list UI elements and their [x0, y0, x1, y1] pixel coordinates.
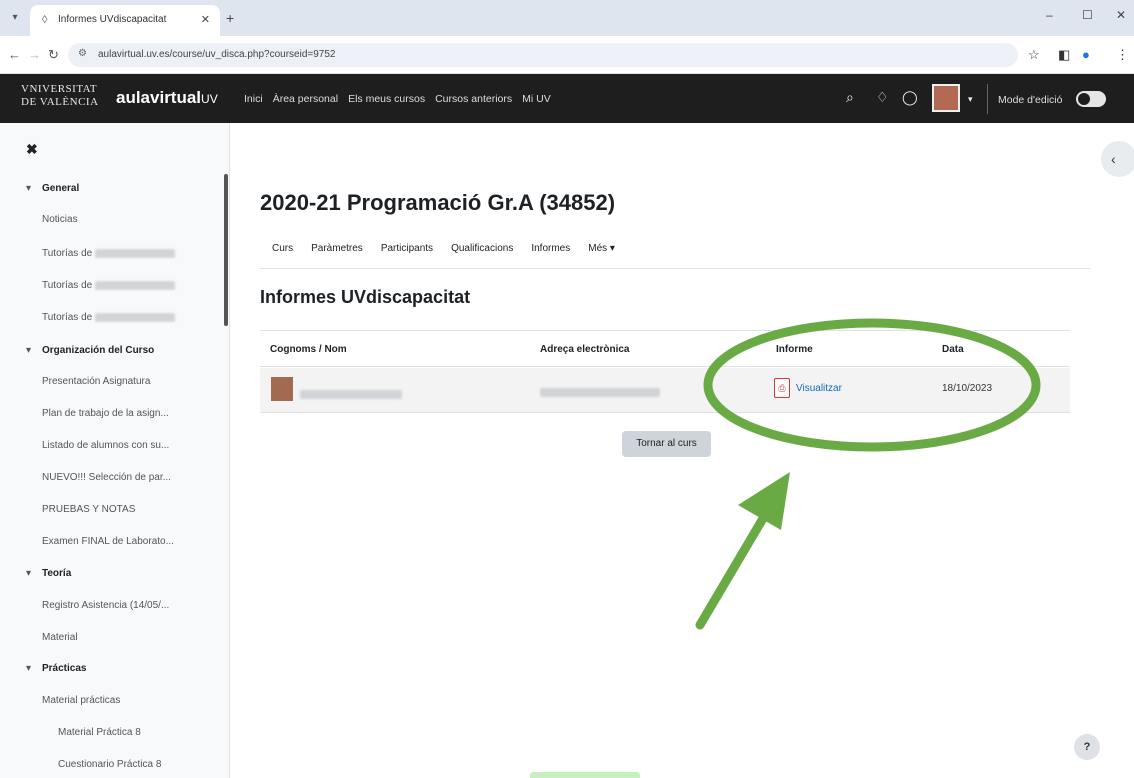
tab-curs[interactable]: Curs [272, 243, 293, 254]
forward-icon[interactable]: → [28, 47, 41, 62]
table-top-border [260, 330, 1070, 331]
url-field[interactable]: ⚙ aulavirtual.uv.es/course/uv_disca.php?… [68, 43, 1018, 67]
student-avatar[interactable] [271, 377, 293, 401]
sidebar-item-tutorias-2[interactable]: Tutorías de [42, 280, 175, 291]
window-close-icon[interactable]: ✕ [1116, 8, 1126, 22]
sidebar-item-tutorias-1[interactable]: Tutorías de [42, 248, 175, 259]
profile-icon[interactable]: ● [1082, 47, 1090, 62]
maximize-icon[interactable]: ☐ [1082, 8, 1093, 22]
url-text: aulavirtual.uv.es/course/uv_disca.php?co… [98, 49, 336, 60]
page-title: Informes UVdiscapacitat [260, 287, 471, 307]
site-info-icon[interactable]: ⚙ [78, 48, 87, 59]
sidebar-item-pruebas-notas[interactable]: PRUEBAS Y NOTAS [42, 504, 135, 515]
section-general[interactable]: ▾ General [26, 183, 79, 194]
address-bar-row: ← → ↻ ⚙ aulavirtual.uv.es/course/uv_disc… [0, 36, 1134, 74]
nav-divider [260, 268, 1090, 269]
column-header-date[interactable]: Data [942, 344, 964, 355]
student-email [540, 384, 660, 402]
notifications-bell-icon[interactable]: ♢ [876, 89, 889, 106]
user-avatar[interactable] [932, 84, 960, 112]
chevron-down-icon[interactable]: ▾ [26, 183, 42, 194]
tab-close-icon[interactable]: ✕ [201, 13, 210, 26]
bottom-overlay-bar [530, 772, 640, 778]
column-header-email[interactable]: Adreça electrònica [540, 344, 630, 355]
sidebar-item-material-practica-8[interactable]: Material Práctica 8 [58, 727, 141, 738]
site-navbar: VNIVERSITAT DE VALÈNCIA aulavirtualUV Ini… [0, 74, 1134, 123]
search-icon[interactable]: ⌕ [846, 89, 854, 106]
primary-nav: Inici Àrea personal Els meus cursos Curs… [244, 93, 551, 105]
course-title: 2020-21 Programació Gr.A (34852) [260, 190, 616, 215]
course-secondary-nav: Curs Paràmetres Participants Qualificaci… [272, 243, 615, 254]
view-report-link[interactable]: Visualitzar [796, 383, 842, 394]
uv-logo[interactable]: VNIVERSITAT DE VALÈNCIA [21, 83, 99, 109]
nav-link-previous-courses[interactable]: Cursos anteriors [435, 93, 512, 105]
sidebar-scrollbar[interactable] [224, 174, 228, 326]
nav-link-area-personal[interactable]: Àrea personal [273, 93, 338, 105]
sidebar-item-material[interactable]: Material [42, 632, 78, 643]
user-menu-chevron-down-icon[interactable]: ▾ [968, 94, 973, 105]
open-block-drawer-button[interactable]: ‹ [1101, 141, 1134, 177]
column-header-report: Informe [776, 344, 813, 355]
column-header-name[interactable]: Cognoms / Nom [270, 344, 347, 355]
nav-link-mi-uv[interactable]: Mi UV [522, 93, 551, 105]
sidebar-item-listado-alumnos[interactable]: Listado de alumnos con su... [42, 440, 169, 451]
back-icon[interactable]: ← [8, 47, 21, 62]
tab-parametres[interactable]: Paràmetres [311, 243, 363, 254]
chevron-down-icon[interactable]: ▾ [26, 663, 42, 674]
sidebar-item-examen-final[interactable]: Examen FINAL de Laborato... [42, 536, 174, 547]
edit-mode-label: Mode d'edició [998, 94, 1063, 106]
tab-title: Informes UVdiscapacitat [58, 14, 167, 25]
chevron-down-icon[interactable]: ▾ [26, 568, 42, 579]
bookmark-star-icon[interactable]: ☆ [1028, 47, 1040, 63]
pdf-file-icon: ⎙ [774, 378, 790, 398]
section-practicas[interactable]: ▾ Prácticas [26, 663, 86, 674]
arrow-head [738, 472, 790, 530]
reload-icon[interactable]: ↻ [48, 47, 59, 63]
nav-link-inici[interactable]: Inici [244, 93, 263, 105]
sidebar-item-registro-asistencia[interactable]: Registro Asistencia (14/05/... [42, 600, 169, 611]
aulavirtual-logo[interactable]: aulavirtualUV [116, 88, 218, 108]
section-organizacion[interactable]: ▾ Organización del Curso [26, 345, 154, 356]
help-icon[interactable]: ? [1074, 734, 1100, 760]
nav-link-my-courses[interactable]: Els meus cursos [348, 93, 425, 105]
table-header-border [260, 366, 1070, 367]
tab-qualificacions[interactable]: Qualificacions [451, 243, 513, 254]
new-tab-icon[interactable]: + [226, 10, 234, 26]
back-to-course-button[interactable]: Tornar al curs [622, 431, 711, 457]
tab-mes[interactable]: Més ▾ [588, 243, 615, 254]
sidepanel-icon[interactable]: ◧ [1058, 47, 1070, 63]
sidebar-item-material-practicas[interactable]: Material prácticas [42, 695, 120, 706]
report-date: 18/10/2023 [942, 383, 993, 394]
close-drawer-icon[interactable]: ✖ [26, 141, 38, 158]
navbar-divider [987, 84, 988, 114]
browser-menu-icon[interactable]: ⋮ [1116, 47, 1129, 63]
minimize-icon[interactable]: – [1046, 8, 1053, 22]
edit-mode-toggle[interactable] [1076, 91, 1106, 107]
table-row-border [260, 412, 1070, 413]
sidebar-item-noticias[interactable]: Noticias [42, 214, 78, 225]
messages-icon[interactable]: ◯ [902, 89, 918, 106]
sidebar-item-seleccion[interactable]: NUEVO!!! Selección de par... [42, 472, 171, 483]
section-teoria[interactable]: ▾ Teoría [26, 568, 71, 579]
browser-tab[interactable]: ◊ Informes UVdiscapacitat ✕ [30, 5, 220, 36]
tab-informes[interactable]: Informes [531, 243, 570, 254]
tab-participants[interactable]: Participants [381, 243, 433, 254]
sidebar-item-cuestionario-practica-8[interactable]: Cuestionario Práctica 8 [58, 759, 161, 770]
chevron-left-icon: ‹ [1111, 151, 1116, 167]
chevron-down-icon[interactable]: ▾ [26, 345, 42, 356]
browser-tab-strip: ▾ ◊ Informes UVdiscapacitat ✕ + – ☐ ✕ [0, 0, 1134, 36]
sidebar-item-plan-trabajo[interactable]: Plan de trabajo de la asign... [42, 408, 169, 419]
sidebar-item-tutorias-3[interactable]: Tutorías de [42, 312, 175, 323]
sidebar-item-presentacion[interactable]: Presentación Asignatura [42, 376, 150, 387]
student-name[interactable] [300, 386, 402, 404]
arrow-shaft [695, 505, 773, 630]
tab-search-icon[interactable]: ▾ [6, 9, 24, 27]
page-favicon-icon: ◊ [42, 14, 48, 26]
